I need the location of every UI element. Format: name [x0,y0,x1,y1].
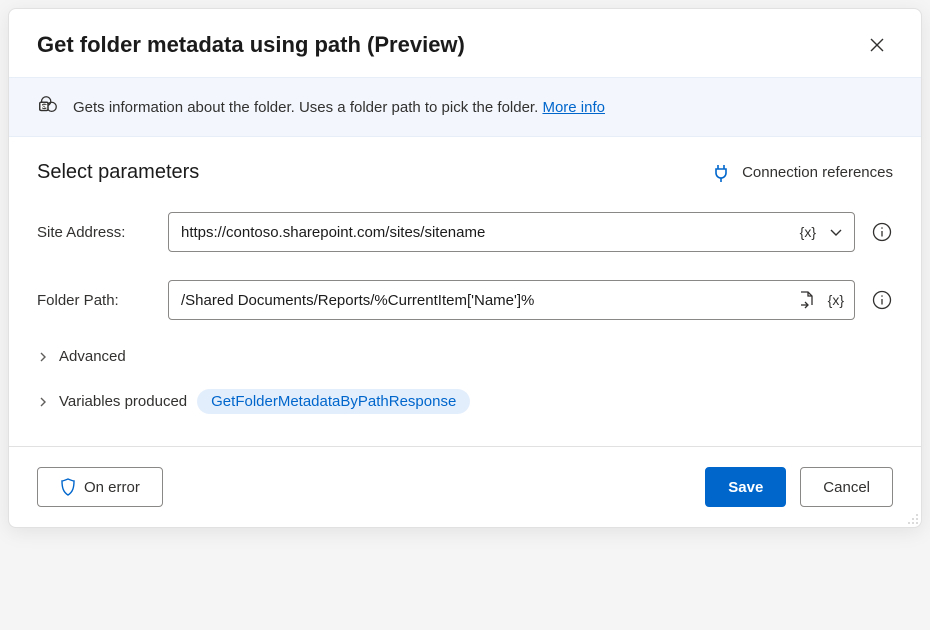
on-error-button[interactable]: On error [37,467,163,507]
variables-produced-expander[interactable]: Variables produced GetFolderMetadataByPa… [37,389,893,414]
variables-produced-label: Variables produced [59,393,187,410]
site-address-input-wrap: {x} [168,212,855,252]
folder-path-actions: {x} [792,288,846,312]
footer-right: Save Cancel [705,467,893,507]
info-icon [872,222,892,242]
more-info-link[interactable]: More info [542,99,605,116]
variable-token-button[interactable]: {x} [798,222,818,242]
save-button[interactable]: Save [705,467,786,507]
dialog-footer: On error Save Cancel [9,446,921,527]
info-bar: S Gets information about the folder. Use… [9,77,921,137]
folder-path-input-wrap: {x} [168,280,855,320]
info-text-content: Gets information about the folder. Uses … [73,99,542,116]
site-address-input[interactable] [181,224,794,241]
section-header-row: Select parameters Connection references [37,161,893,184]
close-icon [869,37,885,53]
dropdown-button[interactable] [826,222,846,242]
info-icon [872,290,892,310]
file-picker-button[interactable] [796,288,818,312]
cancel-button[interactable]: Cancel [800,467,893,507]
advanced-label: Advanced [59,348,126,365]
shield-icon [60,478,76,496]
site-address-actions: {x} [794,222,846,242]
field-site-address: Site Address: {x} [37,212,893,252]
plug-icon [712,163,730,183]
dialog: Get folder metadata using path (Preview)… [8,8,922,528]
field-folder-path: Folder Path: {x} [37,280,893,320]
folder-path-info[interactable] [871,289,893,311]
section-title: Select parameters [37,161,199,184]
connection-references-label: Connection references [742,164,893,181]
site-address-info[interactable] [871,221,893,243]
chevron-down-icon [828,224,844,240]
folder-path-label: Folder Path: [37,292,152,309]
resize-grip-icon[interactable] [905,511,919,525]
svg-text:S: S [42,104,46,111]
connection-references-button[interactable]: Connection references [712,163,893,183]
dialog-title: Get folder metadata using path (Preview) [37,32,465,58]
chevron-right-icon [37,351,49,363]
dialog-body: Select parameters Connection references … [9,137,921,446]
site-address-label: Site Address: [37,224,152,241]
on-error-label: On error [84,479,140,496]
variable-token-button[interactable]: {x} [826,290,846,310]
sharepoint-icon: S [37,94,59,120]
chevron-right-icon [37,396,49,408]
folder-path-input[interactable] [181,292,792,309]
dialog-header: Get folder metadata using path (Preview) [9,9,921,77]
file-arrow-icon [798,290,816,310]
variable-pill[interactable]: GetFolderMetadataByPathResponse [197,389,470,414]
advanced-expander[interactable]: Advanced [37,348,893,365]
close-button[interactable] [861,29,893,61]
info-text: Gets information about the folder. Uses … [73,99,605,116]
